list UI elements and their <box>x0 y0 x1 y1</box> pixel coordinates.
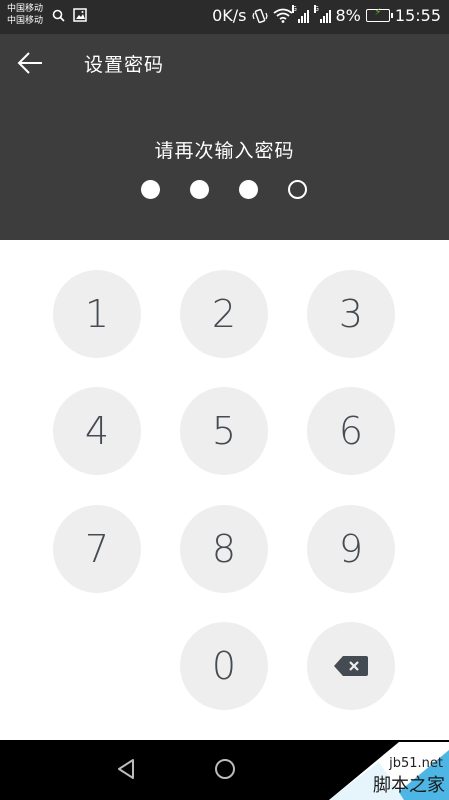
vibrate-icon <box>251 8 268 23</box>
pin-dot-filled <box>190 180 209 199</box>
key-9[interactable]: 9 <box>307 505 395 593</box>
pin-dot-filled <box>141 180 160 199</box>
image-icon <box>73 8 87 22</box>
carrier-2: 中国移动 <box>7 16 44 26</box>
backspace-icon <box>334 656 368 676</box>
carrier-1: 中国移动 <box>7 4 44 14</box>
pin-prompt: 请再次输入密码 <box>154 140 295 162</box>
header: 设置密码 请再次输入密码 <box>0 34 449 240</box>
watermark: jb51.net 脚本之家 <box>329 742 449 800</box>
numeric-keypad: 1 2 3 4 5 6 7 8 9 0 <box>0 240 449 740</box>
key-8[interactable]: 8 <box>180 505 268 593</box>
key-1[interactable]: 1 <box>53 270 141 358</box>
carrier-labels: 中国移动 中国移动 <box>7 3 43 27</box>
page-title: 设置密码 <box>84 54 165 76</box>
net-speed: 0K/s <box>212 6 247 25</box>
status-left-icons <box>52 8 87 22</box>
clock: 15:55 <box>394 6 441 25</box>
pin-dot-empty <box>288 180 307 199</box>
battery-percent: 8% <box>335 6 361 25</box>
watermark-name: 脚本之家 <box>373 775 445 796</box>
pin-dot-filled <box>239 180 258 199</box>
signal-icon-1: G <box>291 4 309 23</box>
status-right: 0K/s G G 8% ⚡ 15:55 <box>212 4 441 25</box>
backspace-button[interactable] <box>307 622 395 710</box>
key-6[interactable]: 6 <box>307 387 395 475</box>
back-triangle-icon[interactable] <box>111 754 141 784</box>
signal-icon-2: G <box>313 4 331 23</box>
key-0[interactable]: 0 <box>180 622 268 710</box>
key-3[interactable]: 3 <box>307 270 395 358</box>
watermark-site: jb51.net <box>389 756 443 771</box>
key-7[interactable]: 7 <box>53 505 141 593</box>
battery-icon: ⚡ <box>365 7 393 22</box>
wifi-icon <box>272 8 293 23</box>
pin-indicator <box>141 180 307 199</box>
status-bar: 中国移动 中国移动 0K/s G G 8% ⚡ 15:55 <box>0 0 449 34</box>
search-icon <box>52 9 65 22</box>
key-5[interactable]: 5 <box>180 387 268 475</box>
key-2[interactable]: 2 <box>180 270 268 358</box>
key-4[interactable]: 4 <box>53 387 141 475</box>
home-circle-icon[interactable] <box>210 754 240 784</box>
back-arrow-icon[interactable] <box>14 48 48 78</box>
navigation-bar: jb51.net 脚本之家 <box>0 740 449 800</box>
